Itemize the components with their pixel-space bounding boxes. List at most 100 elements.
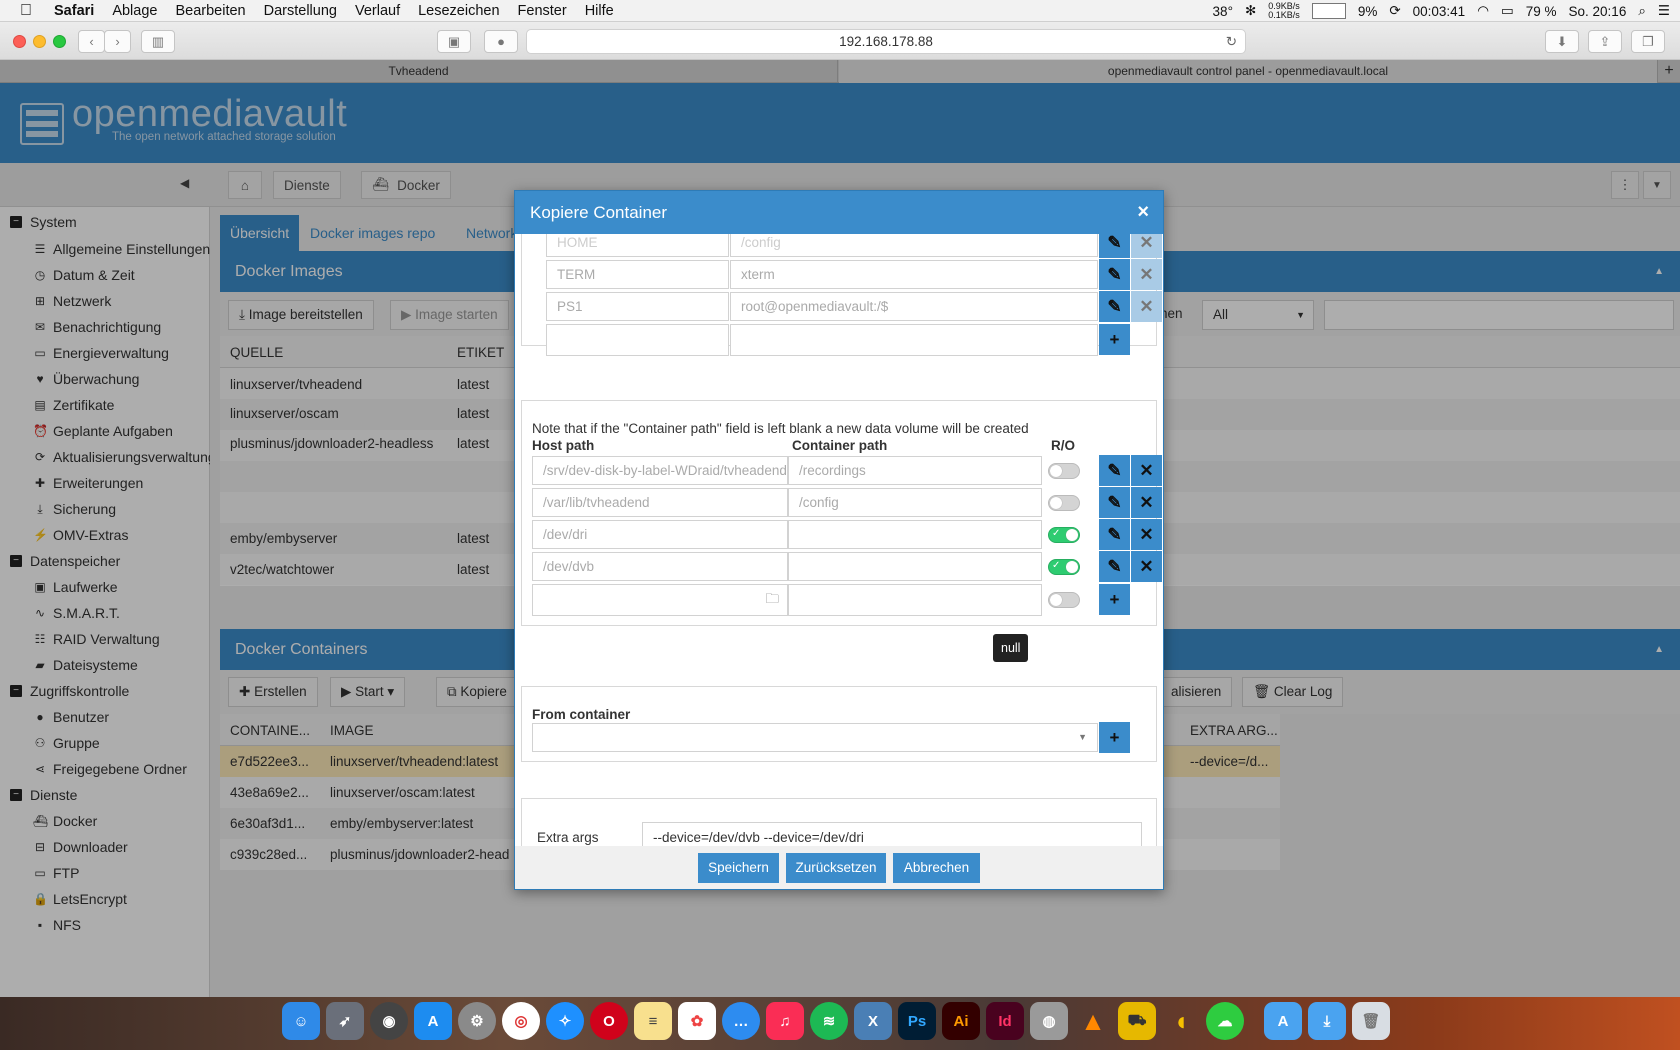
share-icon[interactable]: ⇪ <box>1588 30 1622 53</box>
notification-center-icon[interactable]: ☰ <box>1658 3 1670 19</box>
wifi-icon[interactable]: ◠ <box>1477 3 1489 19</box>
save-button[interactable]: Speichern <box>698 853 779 883</box>
delete-icon[interactable]: ✕ <box>1131 519 1162 550</box>
photoshop-icon[interactable]: Ps <box>898 1002 936 1040</box>
edit-icon[interactable]: ✎ <box>1099 455 1130 486</box>
spotify-icon[interactable]: ≋ <box>810 1002 848 1040</box>
delete-icon[interactable]: ✕ <box>1131 487 1162 518</box>
container-path-input[interactable] <box>788 520 1042 549</box>
illustrator-icon[interactable]: Ai <box>942 1002 980 1040</box>
cyberduck-icon[interactable]: ◖ <box>1162 1002 1200 1040</box>
siri-icon[interactable]: ◉ <box>370 1002 408 1040</box>
app-store-icon[interactable]: A <box>414 1002 452 1040</box>
forklift-icon[interactable]: ⛟ <box>1118 1002 1156 1040</box>
downloads-icon[interactable]: ⬇ <box>1545 30 1579 53</box>
env-value-input[interactable]: root@openmediavault:/$ <box>730 292 1098 321</box>
clock[interactable]: So. 20:16 <box>1569 4 1627 19</box>
chrome-icon[interactable]: ◎ <box>502 1002 540 1040</box>
close-icon[interactable]: × <box>1137 191 1149 234</box>
safari-icon[interactable]: ✧ <box>546 1002 584 1040</box>
messages-icon[interactable]: … <box>722 1002 760 1040</box>
menu-ablage[interactable]: Ablage <box>112 3 157 19</box>
reset-button[interactable]: Zurücksetzen <box>786 853 886 883</box>
menu-bearbeiten[interactable]: Bearbeiten <box>175 3 245 19</box>
privacy-icon[interactable]: ● <box>484 30 518 53</box>
host-path-input[interactable]: /dev/dvb <box>532 552 788 581</box>
edit-icon[interactable]: ✎ <box>1099 291 1130 322</box>
menu-app[interactable]: Safari <box>54 3 94 19</box>
menu-lesezeichen[interactable]: Lesezeichen <box>418 3 499 19</box>
battery-time[interactable]: 00:03:41 <box>1413 4 1466 19</box>
delete-icon[interactable]: ✕ <box>1131 455 1162 486</box>
env-value-input[interactable]: xterm <box>730 260 1098 289</box>
edit-icon[interactable]: ✎ <box>1099 259 1130 290</box>
new-container-path-input[interactable] <box>788 584 1042 616</box>
trash-icon[interactable]: 🗑 <box>1352 1002 1390 1040</box>
read-only-toggle[interactable] <box>1048 495 1080 511</box>
applications-folder-icon[interactable]: A <box>1264 1002 1302 1040</box>
apple-icon[interactable]:  <box>20 2 54 20</box>
airplay-icon[interactable]: ▭ <box>1501 3 1514 19</box>
env-name-input[interactable]: TERM <box>546 260 729 289</box>
edit-icon[interactable]: ✎ <box>1099 487 1130 518</box>
host-path-input[interactable]: /dev/dri <box>532 520 788 549</box>
delete-icon[interactable]: ✕ <box>1131 291 1162 322</box>
extra-args-input[interactable]: --device=/dev/dvb --device=/dev/dri <box>642 822 1142 846</box>
extension-icon[interactable]: ▣ <box>437 30 471 53</box>
xquartz-icon[interactable]: X <box>854 1002 892 1040</box>
address-bar[interactable]: 192.168.178.88 ↻ <box>526 29 1246 54</box>
wechat-icon[interactable]: ☁ <box>1206 1002 1244 1040</box>
tabs-overview-icon[interactable]: ❐ <box>1631 30 1665 53</box>
read-only-toggle[interactable] <box>1048 463 1080 479</box>
menu-fenster[interactable]: Fenster <box>518 3 567 19</box>
itunes-icon[interactable]: ♫ <box>766 1002 804 1040</box>
container-path-input[interactable]: /recordings <box>788 456 1042 485</box>
zoom-window-button[interactable] <box>53 35 66 48</box>
finder-icon[interactable]: ☺ <box>282 1002 320 1040</box>
read-only-toggle[interactable]: ✓ <box>1048 527 1080 543</box>
edit-icon[interactable]: ✎ <box>1099 234 1130 258</box>
new-env-value-input[interactable] <box>730 324 1098 356</box>
edit-icon[interactable]: ✎ <box>1099 519 1130 550</box>
new-host-path-input[interactable]: 🗀 <box>532 584 788 616</box>
read-only-toggle[interactable]: ✓ <box>1048 559 1080 575</box>
reload-icon[interactable]: ↻ <box>1226 30 1237 53</box>
add-env-button[interactable]: + <box>1099 324 1130 355</box>
back-button[interactable]: ‹ <box>78 30 105 53</box>
notes-icon[interactable]: ≡ <box>634 1002 672 1040</box>
delete-icon[interactable]: ✕ <box>1131 259 1162 290</box>
downloads-folder-icon[interactable]: ⤓ <box>1308 1002 1346 1040</box>
temperature-readout[interactable]: 38° <box>1213 4 1233 19</box>
system-preferences-icon[interactable]: ⚙ <box>458 1002 496 1040</box>
vlc-icon[interactable]: ▲ <box>1074 1002 1112 1040</box>
from-container-select[interactable]: ▼ <box>532 723 1098 752</box>
sidebar-toggle-icon[interactable]: ▥ <box>141 30 175 53</box>
env-name-input[interactable]: HOME <box>546 234 729 257</box>
close-window-button[interactable] <box>13 35 26 48</box>
indesign-icon[interactable]: Id <box>986 1002 1024 1040</box>
photos-icon[interactable]: ✿ <box>678 1002 716 1040</box>
container-path-input[interactable] <box>788 552 1042 581</box>
forward-button[interactable]: › <box>104 30 131 53</box>
minimize-window-button[interactable] <box>33 35 46 48</box>
host-path-input[interactable]: /var/lib/tvheadend <box>532 488 788 517</box>
menu-verlauf[interactable]: Verlauf <box>355 3 400 19</box>
delete-icon[interactable]: ✕ <box>1131 234 1162 258</box>
cancel-button[interactable]: Abbrechen <box>893 853 980 883</box>
delete-icon[interactable]: ✕ <box>1131 551 1162 582</box>
edit-icon[interactable]: ✎ <box>1099 551 1130 582</box>
network-readout[interactable]: 0.9KB/s 0.1KB/s <box>1268 2 1300 20</box>
add-from-container-button[interactable]: + <box>1099 722 1130 753</box>
container-path-input[interactable]: /config <box>788 488 1042 517</box>
battery-readout[interactable]: 79 % <box>1526 4 1557 19</box>
env-name-input[interactable]: PS1 <box>546 292 729 321</box>
launchpad-icon[interactable]: ➶ <box>326 1002 364 1040</box>
read-only-toggle[interactable] <box>1048 592 1080 608</box>
menu-darstellung[interactable]: Darstellung <box>264 3 337 19</box>
add-volume-button[interactable]: + <box>1099 584 1130 615</box>
new-env-name-input[interactable] <box>546 324 729 356</box>
spotlight-icon[interactable]: ⌕ <box>1638 3 1646 19</box>
host-path-input[interactable]: /srv/dev-disk-by-label-WDraid/tvheadend <box>532 456 788 485</box>
sync-icon[interactable]: ⟳ <box>1389 3 1400 19</box>
cpu-readout[interactable]: 9% <box>1358 4 1378 19</box>
